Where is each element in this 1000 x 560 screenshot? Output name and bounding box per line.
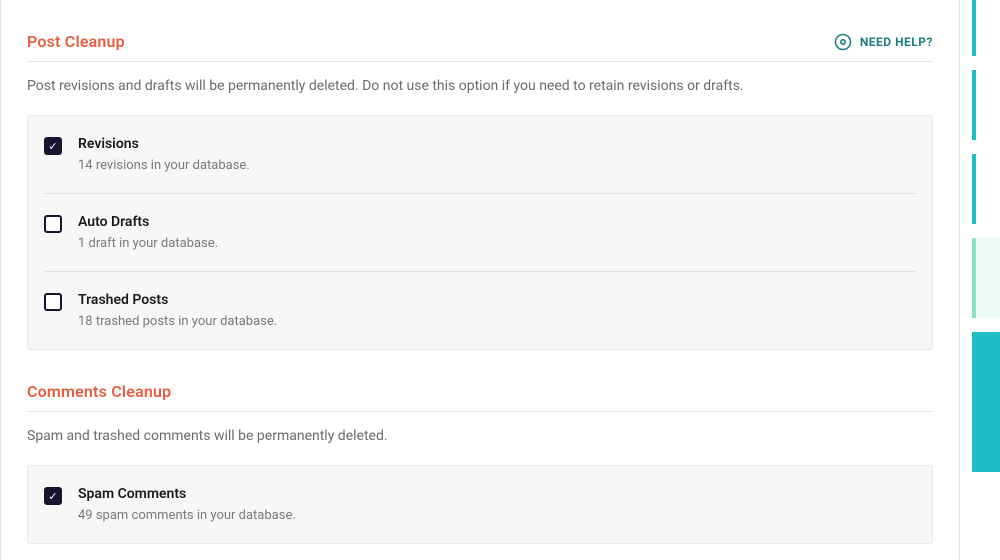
checkbox-trashed-posts[interactable] — [44, 293, 62, 311]
main-panel: Post Cleanup NEED HELP? Post revisions a… — [0, 0, 960, 560]
section-header: Post Cleanup NEED HELP? — [27, 32, 933, 62]
section-description: Post revisions and drafts will be perman… — [27, 62, 933, 115]
option-label: Spam Comments — [78, 486, 916, 502]
option-label: Auto Drafts — [78, 214, 916, 230]
sidebar-card[interactable] — [972, 154, 1000, 224]
option-sub: 49 spam comments in your database. — [78, 508, 916, 523]
sidebar — [972, 0, 1000, 560]
checkbox-spam-comments[interactable]: ✓ — [44, 487, 62, 505]
option-sub: 1 draft in your database. — [78, 236, 916, 251]
option-content: Trashed Posts 18 trashed posts in your d… — [78, 292, 916, 329]
help-icon — [834, 33, 852, 51]
comments-cleanup-section: Comments Cleanup Spam and trashed commen… — [27, 350, 933, 544]
sidebar-card[interactable] — [972, 238, 1000, 318]
options-box: ✓ Revisions 14 revisions in your databas… — [27, 115, 933, 350]
section-header: Comments Cleanup — [27, 382, 933, 412]
option-content: Spam Comments 49 spam comments in your d… — [78, 486, 916, 523]
option-label: Revisions — [78, 136, 916, 152]
option-revisions: ✓ Revisions 14 revisions in your databas… — [44, 116, 916, 194]
option-spam-comments: ✓ Spam Comments 49 spam comments in your… — [44, 466, 916, 543]
sidebar-card[interactable] — [972, 0, 1000, 56]
option-content: Auto Drafts 1 draft in your database. — [78, 214, 916, 251]
sidebar-card[interactable] — [972, 70, 1000, 140]
section-title: Comments Cleanup — [27, 382, 171, 401]
checkbox-auto-drafts[interactable] — [44, 215, 62, 233]
option-label: Trashed Posts — [78, 292, 916, 308]
checkbox-revisions[interactable]: ✓ — [44, 137, 62, 155]
option-trashed-posts: Trashed Posts 18 trashed posts in your d… — [44, 272, 916, 349]
option-content: Revisions 14 revisions in your database. — [78, 136, 916, 173]
options-box: ✓ Spam Comments 49 spam comments in your… — [27, 465, 933, 544]
option-sub: 18 trashed posts in your database. — [78, 314, 916, 329]
sidebar-card[interactable] — [972, 332, 1000, 472]
section-description: Spam and trashed comments will be perman… — [27, 412, 933, 465]
need-help-link[interactable]: NEED HELP? — [834, 33, 933, 51]
check-icon: ✓ — [48, 491, 57, 502]
section-title: Post Cleanup — [27, 32, 125, 51]
post-cleanup-section: Post Cleanup NEED HELP? Post revisions a… — [27, 0, 933, 350]
option-sub: 14 revisions in your database. — [78, 158, 916, 173]
option-auto-drafts: Auto Drafts 1 draft in your database. — [44, 194, 916, 272]
check-icon: ✓ — [48, 141, 57, 152]
need-help-label: NEED HELP? — [860, 35, 933, 49]
